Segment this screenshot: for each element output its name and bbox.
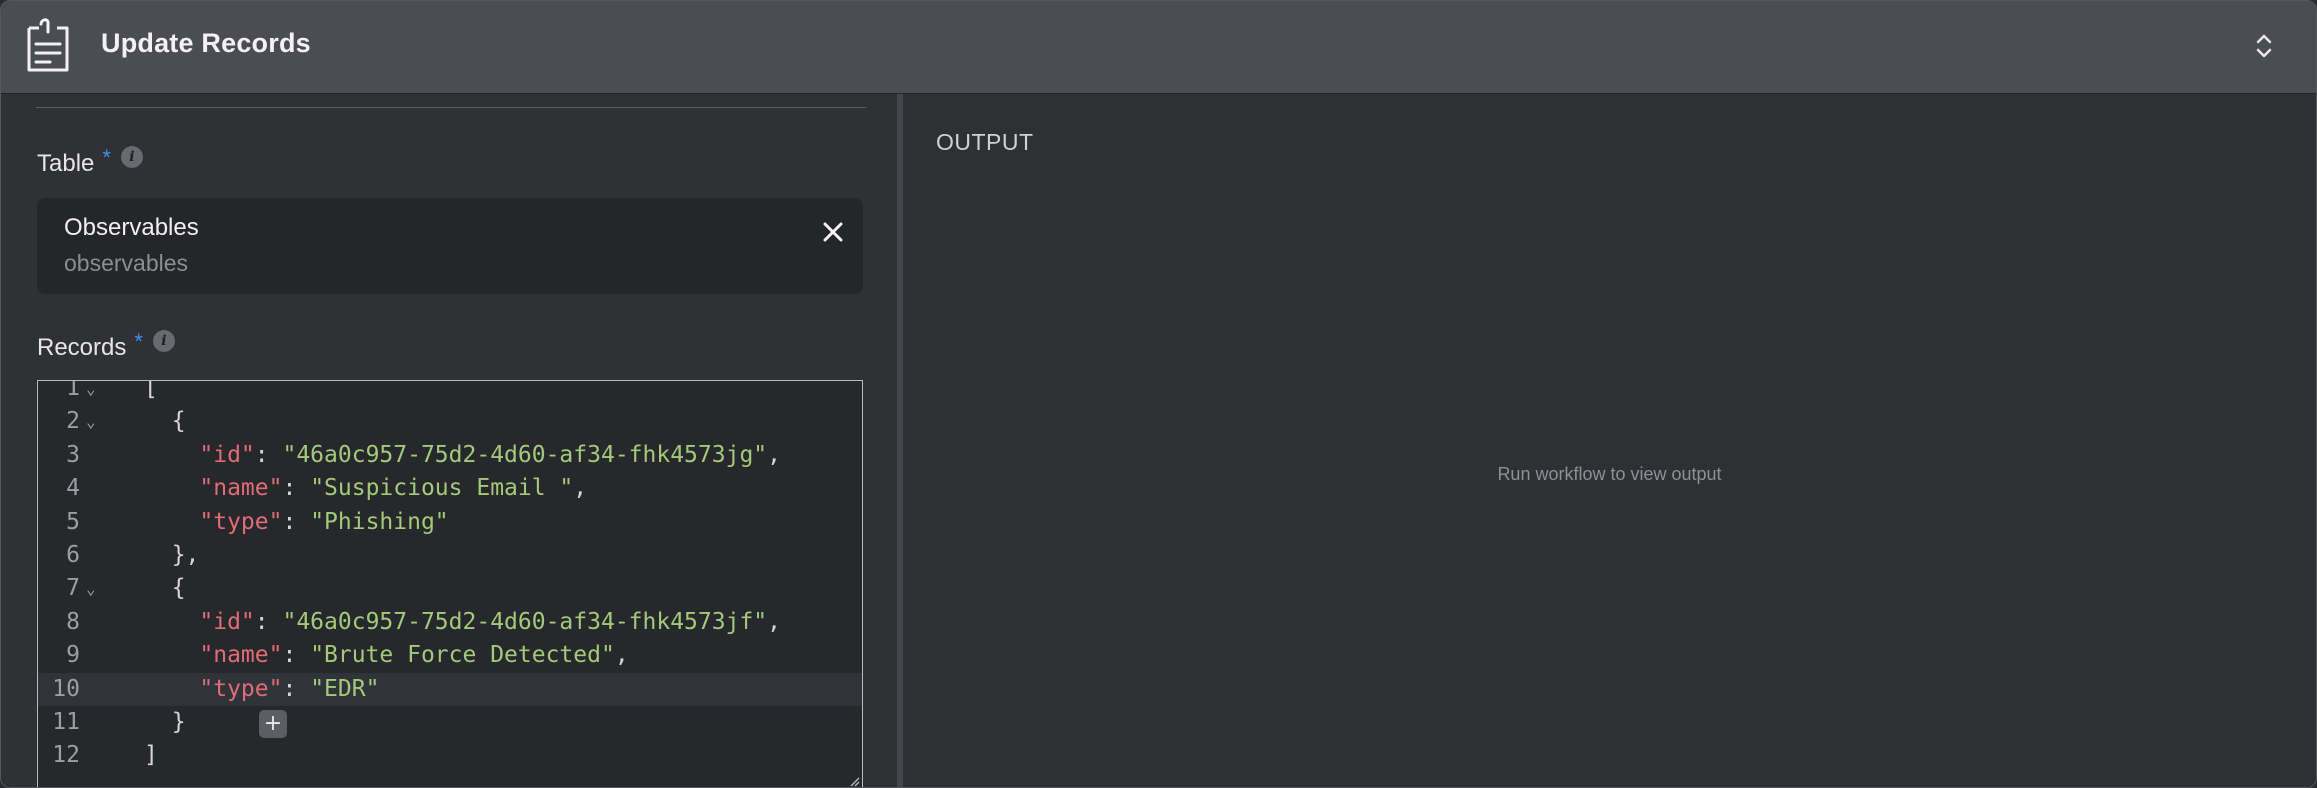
panel-title: Update Records bbox=[101, 28, 311, 58]
json-punctuation: : bbox=[254, 441, 283, 468]
json-key: "name" bbox=[199, 642, 283, 669]
code-line[interactable]: 7 ⌄ { bbox=[38, 572, 862, 605]
panel-header: Update Records bbox=[1, 1, 2316, 94]
code-text: "id": "46a0c957-75d2-4d60-af34-fhk4573jf… bbox=[144, 606, 781, 639]
json-punctuation: , bbox=[614, 642, 629, 669]
json-punctuation: { bbox=[144, 408, 186, 435]
code-text: [ bbox=[144, 380, 158, 405]
json-punctuation bbox=[144, 509, 199, 535]
code-line[interactable]: 8 "id": "46a0c957-75d2-4d60-af34-fhk4573… bbox=[38, 606, 862, 639]
json-string: "46a0c957-75d2-4d60-af34-fhk4573jf" bbox=[282, 608, 768, 635]
json-punctuation bbox=[144, 676, 199, 702]
code-text: "name": "Brute Force Detected", bbox=[144, 639, 629, 672]
json-punctuation: , bbox=[573, 475, 588, 502]
json-punctuation: , bbox=[767, 441, 781, 468]
json-punctuation: { bbox=[144, 575, 186, 602]
code-text: "type": "Phishing" bbox=[144, 506, 449, 539]
line-number: 7 bbox=[66, 575, 80, 602]
line-number: 2 bbox=[66, 408, 80, 435]
code-line[interactable]: 3 "id": "46a0c957-75d2-4d60-af34-fhk4573… bbox=[38, 439, 862, 472]
workflow-node-panel: Update Records Table * i Observables obser… bbox=[0, 0, 2317, 788]
close-icon[interactable] bbox=[821, 220, 845, 244]
code-line[interactable]: 1 ⌄ [ bbox=[38, 380, 862, 405]
code-line[interactable]: 6 }, bbox=[38, 539, 862, 572]
line-number: 12 bbox=[52, 742, 80, 769]
json-punctuation: : bbox=[282, 642, 311, 669]
json-punctuation bbox=[144, 475, 199, 501]
table-label-text: Table bbox=[37, 150, 95, 177]
code-text: } bbox=[144, 706, 186, 739]
json-key: "id" bbox=[199, 441, 255, 468]
code-line[interactable]: 9 "name": "Brute Force Detected", bbox=[38, 639, 862, 672]
code-text: { bbox=[144, 572, 186, 605]
json-punctuation: } bbox=[144, 709, 186, 735]
table-selector[interactable]: Observables observables bbox=[37, 198, 863, 294]
json-string: "Phishing" bbox=[310, 508, 449, 535]
json-punctuation: : bbox=[254, 608, 283, 635]
fold-chevron-icon[interactable]: ⌄ bbox=[86, 572, 96, 605]
json-punctuation: [ bbox=[144, 380, 158, 401]
json-punctuation bbox=[144, 609, 199, 635]
expand-collapse-icon[interactable] bbox=[2252, 31, 2276, 61]
table-field-label: Table * i bbox=[37, 145, 143, 178]
info-icon[interactable]: i bbox=[120, 146, 143, 168]
json-key: "type" bbox=[199, 675, 283, 702]
json-punctuation: : bbox=[282, 508, 311, 535]
divider bbox=[36, 107, 866, 108]
json-punctuation: }, bbox=[144, 542, 200, 568]
selected-table-id: observables bbox=[64, 250, 189, 276]
json-key: "type" bbox=[199, 508, 283, 535]
code-text: "name": "Suspicious Email ", bbox=[144, 472, 587, 505]
json-punctuation: , bbox=[767, 608, 781, 635]
json-key: "name" bbox=[199, 475, 283, 502]
clipboard-list-icon bbox=[27, 18, 69, 72]
records-label-text: Records bbox=[37, 334, 127, 361]
records-field-label: Records * i bbox=[37, 329, 175, 362]
json-punctuation: ] bbox=[144, 742, 158, 769]
json-punctuation: : bbox=[282, 675, 311, 702]
json-key: "id" bbox=[199, 608, 255, 635]
code-text: { bbox=[144, 405, 186, 438]
code-text: ] bbox=[144, 739, 158, 772]
line-number: 4 bbox=[66, 475, 80, 502]
output-title: OUTPUT bbox=[936, 129, 1034, 155]
line-number: 5 bbox=[66, 508, 80, 535]
output-panel: OUTPUT Run workflow to view output bbox=[903, 94, 2316, 787]
fold-chevron-icon[interactable]: ⌄ bbox=[86, 405, 96, 438]
json-punctuation bbox=[144, 442, 199, 468]
json-punctuation bbox=[144, 642, 199, 668]
line-number: 3 bbox=[66, 441, 80, 468]
code-text: }, bbox=[144, 539, 200, 572]
code-line[interactable]: 12] bbox=[38, 739, 862, 772]
code-line[interactable]: 10 "type": "EDR" bbox=[38, 672, 862, 706]
records-code-editor[interactable]: 1 ⌄[2 ⌄ {3 "id": "46a0c957-75d2-4d60-af34-… bbox=[37, 380, 863, 787]
json-string: "46a0c957-75d2-4d60-af34-fhk4573jg" bbox=[282, 441, 768, 468]
add-button[interactable]: + bbox=[259, 710, 287, 738]
output-empty-message: Run workflow to view output bbox=[1497, 464, 1722, 484]
line-number: 6 bbox=[66, 542, 80, 568]
code-line[interactable]: 4 "name": "Suspicious Email ", bbox=[38, 472, 862, 505]
line-number: 10 bbox=[52, 675, 80, 702]
code-text: "id": "46a0c957-75d2-4d60-af34-fhk4573jg… bbox=[144, 439, 781, 472]
json-string: "Brute Force Detected" bbox=[310, 642, 615, 669]
fold-chevron-icon[interactable]: ⌄ bbox=[86, 381, 96, 405]
line-number: 9 bbox=[66, 642, 80, 669]
json-punctuation: : bbox=[282, 475, 311, 502]
info-icon[interactable]: i bbox=[152, 330, 175, 352]
required-marker: * bbox=[102, 145, 111, 170]
line-number: 1 bbox=[66, 380, 80, 401]
config-panel: Table * i Observables observables Records *… bbox=[1, 94, 897, 787]
code-line[interactable]: 5 "type": "Phishing" bbox=[38, 506, 862, 539]
required-marker: * bbox=[134, 329, 143, 354]
json-string: "Suspicious Email " bbox=[310, 475, 574, 502]
code-text: "type": "EDR" bbox=[144, 673, 379, 706]
code-line[interactable]: 11 } bbox=[38, 706, 862, 739]
json-string: "EDR" bbox=[310, 675, 380, 702]
line-number: 11 bbox=[52, 709, 80, 735]
line-number: 8 bbox=[66, 608, 80, 635]
resize-handle-icon[interactable] bbox=[848, 775, 860, 787]
selected-table-name: Observables bbox=[64, 214, 199, 241]
code-line[interactable]: 2 ⌄ { bbox=[38, 405, 862, 438]
